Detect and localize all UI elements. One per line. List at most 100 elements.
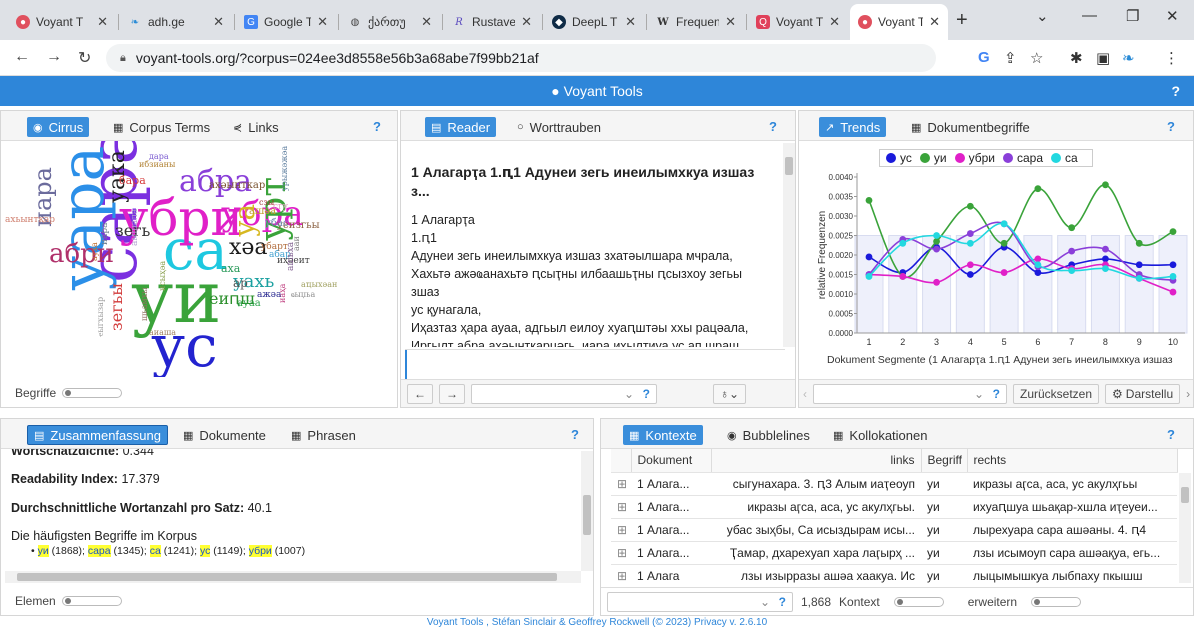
close-icon[interactable]: ✕ [317,14,328,30]
menu-icon[interactable]: ⋮ [1164,49,1179,67]
back-icon[interactable]: ← [14,48,30,66]
share-icon[interactable]: ⇪ [1004,49,1017,67]
new-tab-button[interactable]: + [956,9,968,32]
url-bar[interactable]: 🔒︎ voyant-tools.org/?corpus=024ee3d8558e5… [106,44,936,72]
browser-tab-active[interactable]: ● Voyant T ✕ [850,4,948,40]
expand-icon[interactable]: ⊞ [611,495,631,519]
help-icon[interactable]: ? [571,427,579,442]
cloud-word[interactable]: аиаша [149,329,176,337]
reader-scrollbar[interactable] [783,143,795,347]
reload-icon[interactable]: ↻ [78,48,91,68]
context-slider[interactable] [893,596,944,607]
trends-line-chart[interactable]: 0.0000 0.0005 0.0010 0.0015 0.0020 0.0025 0.00… [799,141,1193,377]
next-arrow-icon[interactable]: › [1186,387,1190,401]
tab-corpus-terms[interactable]: ▦ Corpus Terms [107,117,216,137]
cloud-word[interactable]: сзы [259,199,274,207]
close-icon[interactable]: ✕ [625,14,636,30]
browser-tab[interactable]: W Frequen ✕ [648,7,744,37]
expand-icon[interactable]: ⊞ [611,541,631,565]
close-icon[interactable]: ✕ [829,14,840,30]
chevron-down-icon[interactable]: ⌄ [1036,7,1049,25]
cloud-word[interactable]: ахәынткар [209,181,265,191]
column-header-begriff[interactable]: Begriff [921,449,968,473]
table-row[interactable]: ⊞ 1 Алага лзы изырразы ашәа хаакуа. Ис уи лы… [611,564,1177,588]
forward-icon[interactable]: → [46,48,62,66]
lightbulb-button[interactable]: ♁ ⌄ [713,383,747,404]
term-link[interactable]: сара [87,545,111,557]
column-header-links[interactable]: links [711,449,922,473]
tab-bubblelines[interactable]: ◉ Bubblelines [721,425,816,445]
tab-links[interactable]: ⋞ Links [227,117,285,137]
summary-scrollbar[interactable] [581,451,593,571]
tab-dokumentbegriffe[interactable]: ▦ Dokumentbegriffe [905,117,1036,137]
help-icon[interactable]: ? [1171,83,1180,99]
extensions-icon[interactable]: ✱ [1070,49,1083,67]
term-link[interactable]: уи [37,545,49,557]
close-window-icon[interactable]: ✕ [1166,7,1179,25]
cloud-word[interactable]: зегьы [107,283,126,331]
tab-reader[interactable]: ▤ Reader [425,117,497,137]
close-icon[interactable]: ✕ [521,14,532,30]
tab-worttrauben[interactable]: ○ Worttrauben [511,117,607,137]
restore-icon[interactable]: ❐ [1126,7,1139,25]
cloud-word[interactable]: ибзианы [139,161,175,169]
cloud-word[interactable]: убас [265,219,288,229]
cloud-word[interactable]: ахьынтқар [5,216,55,225]
tab-kontexte[interactable]: ▦ Kontexte [623,425,703,445]
elements-slider[interactable] [61,596,122,606]
cloud-word[interactable]: сгу [273,203,288,212]
cloud-word[interactable]: ааи [292,236,301,251]
page-footer[interactable]: Voyant Tools , Stéfan Sinclair & Geoffre… [0,617,1194,632]
tab-kollokationen[interactable]: ▦ Kollokationen [827,425,933,445]
cloud-word[interactable]: исыҳәа [158,261,167,291]
cloud-word[interactable]: аҵыхәан [301,281,337,289]
contexts-scrollbar[interactable] [1179,473,1191,583]
reset-button[interactable]: Zurücksetzen [1013,383,1100,404]
help-icon[interactable]: ? [1167,427,1175,442]
term-select[interactable]: ⌄? [813,383,1007,404]
table-row[interactable]: ⊞ 1 Алага... убас зыҳбы, Са исыздырам исы.… [611,518,1177,542]
tab-trends[interactable]: ↗ Trends [819,117,887,137]
expand-icon[interactable]: ⊞ [611,472,631,496]
summary-hscrollbar[interactable] [5,571,581,583]
terms-slider[interactable] [62,388,123,398]
tab-zusammenfassung[interactable]: ▤ Zusammenfassung [27,425,168,445]
tab-cirrus[interactable]: ◉ Cirrus [27,117,90,137]
cloud-word[interactable]: урыжәжәа [280,146,289,191]
close-icon[interactable]: ✕ [421,14,432,30]
browser-tab[interactable]: G Google T ✕ [236,7,336,37]
adh-extension-icon[interactable]: ❧ [1122,49,1135,67]
table-row[interactable]: ⊞ 1 Алага... Ҭамар, дхарехуап хара лаӷырҳ … [611,541,1177,565]
term-link[interactable]: убри [248,545,272,557]
expand-slider[interactable] [1031,596,1082,607]
close-icon[interactable]: ✕ [213,14,224,30]
cloud-word[interactable]: амшала [130,209,140,246]
cloud-word[interactable]: ус [151,317,218,375]
term-link[interactable]: ус [199,545,211,557]
google-icon[interactable]: G [978,49,990,66]
cloud-word[interactable]: ҽыгхызар [96,297,105,337]
cloud-word[interactable]: иаҳа [278,284,287,303]
cloud-word[interactable]: иара [100,223,110,246]
cloud-word[interactable]: аха [221,263,240,274]
help-icon[interactable]: ? [779,595,786,609]
table-row[interactable]: ⊞ 1 Алага... сыгунахара. 3. ԥ3 Алым иаҭеоу… [611,472,1177,496]
column-header-dokument[interactable]: Dokument [631,449,712,473]
cloud-word[interactable]: шьамхы [140,287,149,321]
close-icon[interactable]: ✕ [929,14,940,30]
next-arrow-icon[interactable]: → [439,383,465,404]
term-link[interactable]: са [149,545,161,557]
summary-content[interactable]: Wortschatzdichte: 0.344 Readability Inde… [1,449,581,571]
help-icon[interactable]: ? [1167,119,1175,134]
cloud-word[interactable]: дара [149,153,169,161]
minimize-icon[interactable]: — [1082,7,1097,24]
tab-dokumente[interactable]: ▦ Dokumente [177,425,272,445]
browser-tab[interactable]: R Rustave ✕ [444,7,540,37]
expand-icon[interactable]: ⊞ [611,564,631,588]
browser-tab[interactable]: ◍ ქართუ ✕ [340,7,440,37]
sidebar-icon[interactable]: ▣ [1096,49,1110,67]
cloud-word[interactable]: уара [48,146,118,291]
document-select[interactable]: ⌄? [471,383,657,404]
browser-tab[interactable]: ● Voyant T ✕ [8,7,116,37]
tab-phrasen[interactable]: ▦ Phrasen [285,425,362,445]
